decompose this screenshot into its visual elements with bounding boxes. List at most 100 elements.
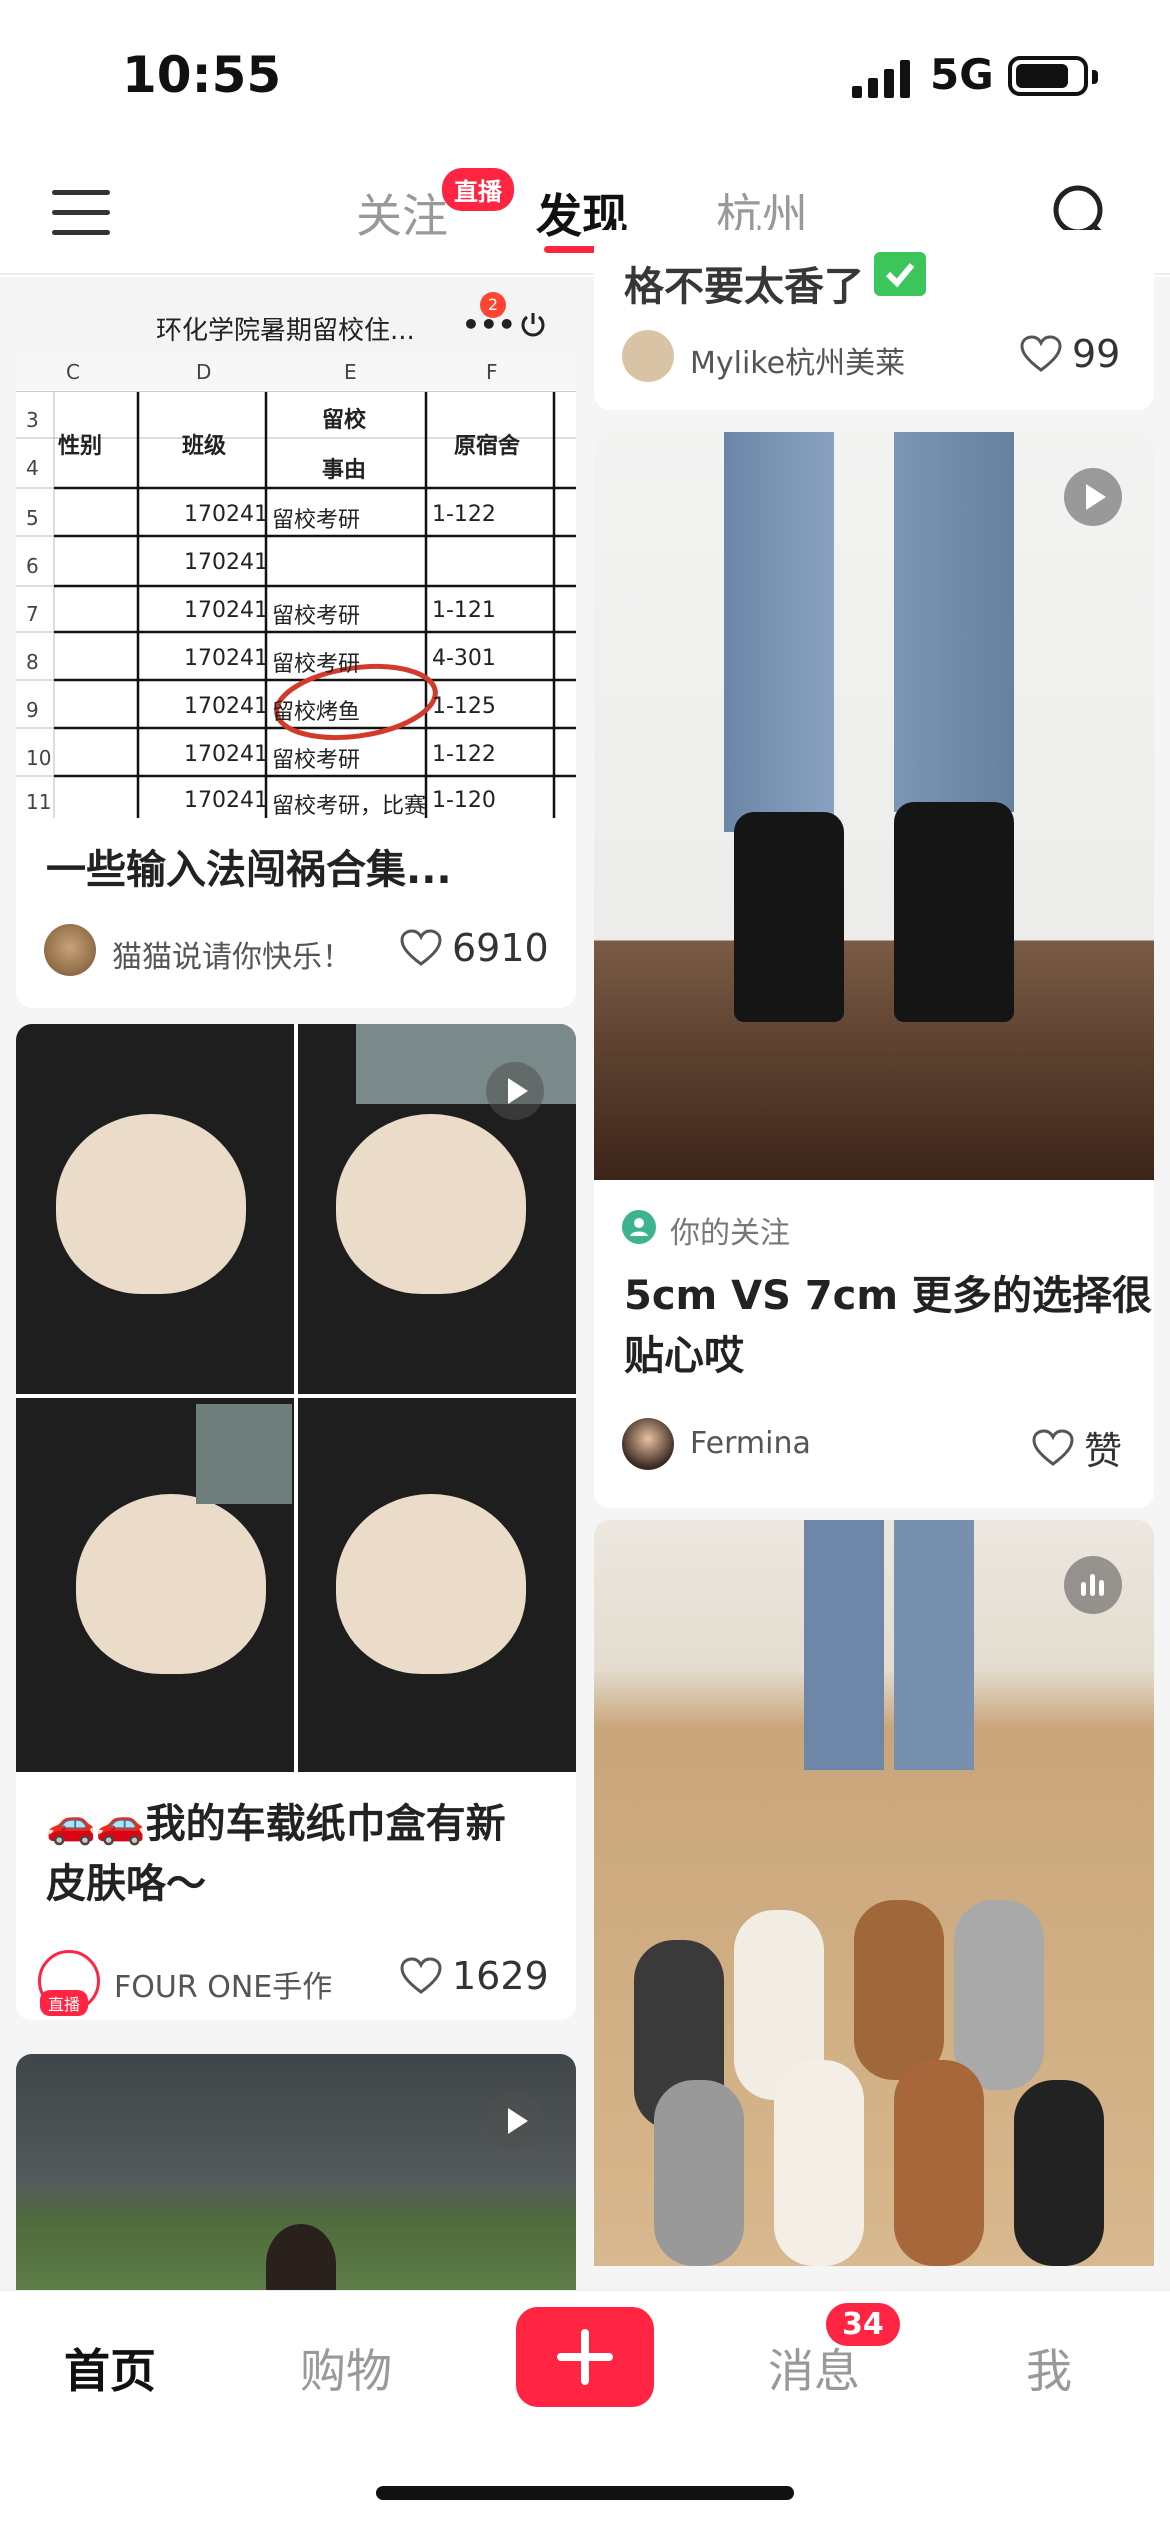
- note-image[interactable]: [16, 1024, 576, 1772]
- shoe: [854, 1900, 944, 2080]
- home-indicator: [376, 2486, 794, 2500]
- col-header-c: C: [66, 360, 80, 384]
- note-title[interactable]: 一些输入法闯祸合集...: [46, 840, 452, 900]
- nav-shop[interactable]: 购物: [300, 2335, 392, 2401]
- row-number: 5: [26, 506, 39, 530]
- cell-reason: 留校考研: [272, 604, 361, 629]
- note-title[interactable]: 格不要太香了: [624, 254, 864, 312]
- author-name[interactable]: Fermina: [690, 1426, 811, 1461]
- note-title[interactable]: 5cm VS 7cm 更多的选择很: [624, 1266, 1152, 1326]
- note-card[interactable]: 你的关注 5cm VS 7cm 更多的选择很 贴心哎 Fermina 赞: [594, 432, 1154, 1508]
- note-card[interactable]: 环化学院暑期留校住... ••• 2 C D E F 3 4 5 6 7 8 9…: [16, 290, 576, 1008]
- row-number: 8: [26, 650, 39, 674]
- audio-icon[interactable]: [1064, 1556, 1122, 1614]
- note-title[interactable]: 🚗🚗我的车载纸巾盒有新: [46, 1794, 506, 1854]
- cell-room: 4-301: [432, 646, 496, 671]
- shoe: [774, 2060, 864, 2266]
- row-number: 7: [26, 602, 39, 626]
- nav-home[interactable]: 首页: [64, 2335, 156, 2401]
- sheet-title: 环化学院暑期留校住...: [156, 316, 415, 346]
- cell-class: 170241: [184, 742, 268, 767]
- cell-room: 1-122: [432, 742, 496, 767]
- header-class: 班级: [182, 434, 227, 459]
- nav-me[interactable]: 我: [1026, 2335, 1072, 2401]
- cell-class: 170241: [184, 598, 268, 623]
- heart-icon: [400, 1957, 442, 1994]
- cell-class: 170241: [184, 788, 268, 813]
- like-button[interactable]: 6910: [400, 926, 549, 970]
- avatar[interactable]: [622, 1418, 674, 1470]
- post-button[interactable]: [516, 2307, 654, 2407]
- shoe: [654, 2080, 744, 2266]
- cell-class: 170241: [184, 646, 268, 671]
- plush-bunny: [56, 1114, 246, 1294]
- row-number: 6: [26, 554, 39, 578]
- header-reason: 事由: [322, 458, 367, 483]
- boot-right: [894, 802, 1014, 1022]
- note-title-line2[interactable]: 贴心哎: [624, 1326, 744, 1386]
- jeans-right: [894, 1520, 974, 1770]
- author-name[interactable]: 猫猫说请你快乐！: [112, 932, 352, 976]
- status-bar: 10:55 5G: [0, 0, 1170, 150]
- note-image[interactable]: 环化学院暑期留校住... ••• 2 C D E F 3 4 5 6 7 8 9…: [16, 290, 576, 819]
- note-card[interactable]: [16, 2054, 576, 2290]
- message-badge: 34: [826, 2303, 900, 2346]
- row-number: 11: [26, 790, 52, 814]
- boot-left: [734, 812, 844, 1022]
- shoe: [1014, 2080, 1104, 2266]
- row-number: 9: [26, 698, 39, 722]
- play-icon[interactable]: [486, 1062, 544, 1120]
- cell-reason: 留校烤鱼: [272, 700, 361, 725]
- shoe: [954, 1900, 1044, 2090]
- play-icon[interactable]: [486, 2092, 544, 2150]
- cell-class: 170241: [184, 502, 268, 527]
- avatar[interactable]: [44, 924, 96, 976]
- note-image[interactable]: [16, 2054, 576, 2290]
- status-time: 10:55: [122, 46, 282, 104]
- note-image[interactable]: [594, 432, 1154, 1180]
- row-number: 4: [26, 456, 39, 480]
- like-count: 99: [1072, 332, 1121, 376]
- header-stay: 留校: [322, 408, 367, 433]
- jeans-left: [804, 1520, 884, 1770]
- plush-bunny: [76, 1494, 266, 1674]
- power-icon: [521, 313, 545, 337]
- author-name[interactable]: FOUR ONE手作: [114, 1962, 332, 2006]
- note-card[interactable]: 🚗🚗我的车载纸巾盒有新 皮肤咯～ 直播 FOUR ONE手作 1629: [16, 1024, 576, 2020]
- like-count: 赞: [1084, 1429, 1123, 1473]
- heart-icon: [400, 929, 442, 966]
- cell-reason: 留校考研: [272, 508, 361, 533]
- plush-bunny: [336, 1114, 526, 1294]
- shoe: [894, 2060, 984, 2266]
- follow-user-icon: [622, 1210, 656, 1244]
- notification-dot: 2: [480, 292, 506, 318]
- like-count: 1629: [452, 1954, 549, 1998]
- header-room: 原宿舍: [454, 434, 521, 459]
- note-image[interactable]: [594, 1520, 1154, 2266]
- cell-room: 1-122: [432, 502, 496, 527]
- cell-room: 1-120: [432, 788, 496, 813]
- like-count: 6910: [452, 926, 549, 970]
- check-emoji-icon: [874, 252, 926, 296]
- note-title-line2[interactable]: 皮肤咯～: [46, 1854, 206, 1914]
- person-head: [266, 2224, 336, 2290]
- author-name[interactable]: Mylike杭州美莱: [690, 338, 905, 382]
- note-card[interactable]: 格不要太香了 Mylike杭州美莱 99: [594, 230, 1154, 410]
- avatar[interactable]: [622, 330, 674, 382]
- menu-icon[interactable]: [52, 190, 110, 236]
- heart-icon: [1032, 1428, 1074, 1466]
- cell-class: 170241: [184, 550, 268, 575]
- note-card[interactable]: [594, 1520, 1154, 2266]
- tab-follow[interactable]: 关注: [356, 180, 448, 246]
- jeans-right: [894, 432, 1014, 812]
- like-button[interactable]: 赞: [1032, 1420, 1122, 1475]
- play-icon[interactable]: [1064, 468, 1122, 526]
- signal-icon: [852, 60, 910, 98]
- network-label: 5G: [930, 50, 994, 99]
- follow-tag: 你的关注: [670, 1216, 790, 1251]
- like-button[interactable]: 99: [1020, 332, 1120, 376]
- plush-bunny: [336, 1494, 526, 1674]
- cell-class: 170241: [184, 694, 268, 719]
- like-button[interactable]: 1629: [400, 1954, 549, 1998]
- col-header-f: F: [486, 360, 498, 384]
